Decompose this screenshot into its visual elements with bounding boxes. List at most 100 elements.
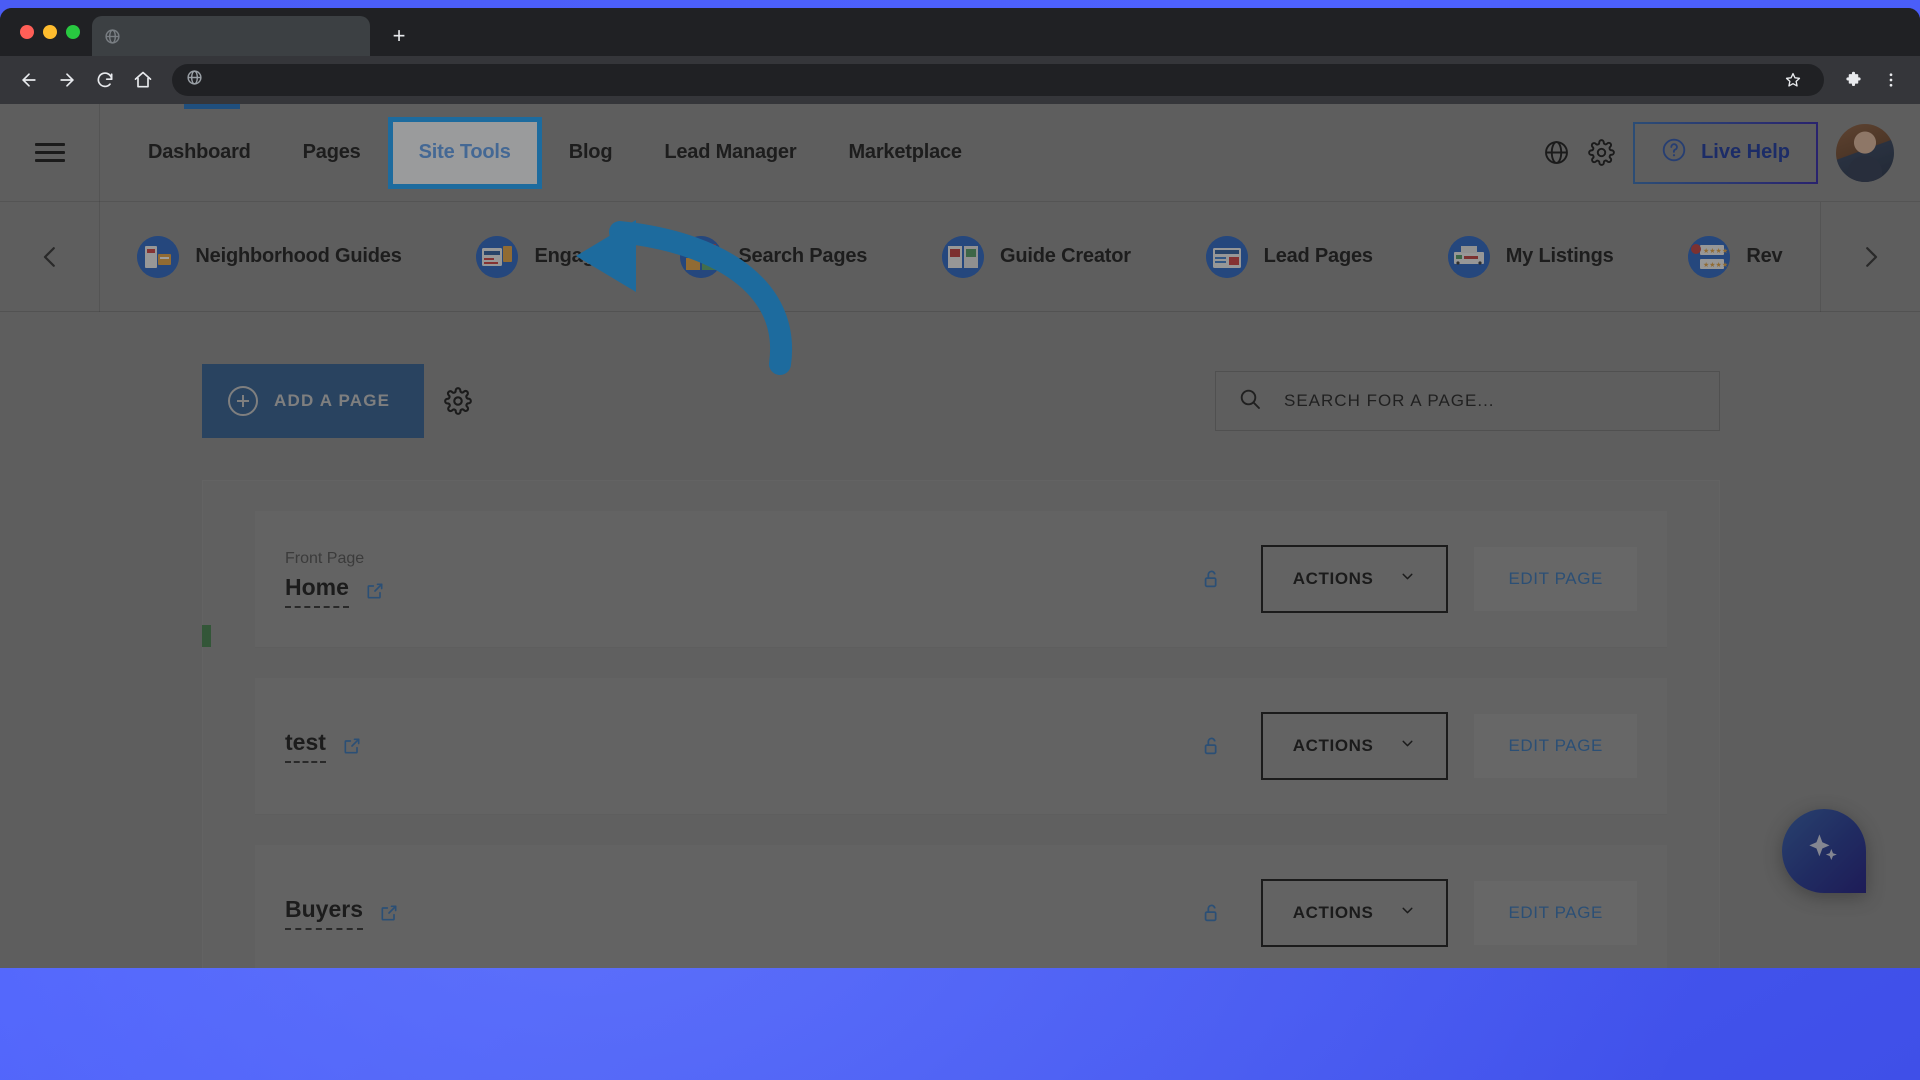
hamburger-icon[interactable] [0,104,100,202]
apps-list: Neighborhood Guides Engage Search Pages [100,202,1820,312]
guide-creator-icon [942,235,985,278]
app-item-my-listings[interactable]: My Listings [1447,235,1614,278]
ai-sparkle-icon [1802,827,1846,876]
reviews-icon: ★★★★ ★★★★ [1688,235,1731,278]
nav-label: Pages [302,141,361,163]
app-label: Search Pages [738,245,868,267]
home-icon[interactable] [126,63,160,97]
browser-toolbar [0,56,1920,104]
apps-carousel: Neighborhood Guides Engage Search Pages [0,201,1920,312]
web-page: Dashboard Pages Site Tools Blog Lead Man… [0,104,1920,968]
unlock-icon[interactable] [1201,568,1223,590]
table-row[interactable]: Buyers ACTIONS EDIT PAGE [255,845,1667,968]
unlock-icon[interactable] [1201,735,1223,757]
nav-label: Marketplace [848,141,962,163]
lead-pages-icon [1205,235,1248,278]
external-link-icon[interactable] [379,903,399,923]
minimize-window-button[interactable] [43,25,57,39]
app-label: Engage [534,245,606,267]
forward-arrow-icon[interactable] [50,63,84,97]
row-tag: Front Page [285,550,365,567]
puzzle-icon[interactable] [1836,63,1870,97]
search-input[interactable]: SEARCH FOR A PAGE... [1215,371,1720,431]
globe-icon[interactable] [1543,139,1570,166]
app-item-lead-pages[interactable]: Lead Pages [1205,235,1373,278]
edit-page-button[interactable]: EDIT PAGE [1474,547,1637,611]
pages-toolbar: ADD A PAGE SEARCH FOR A PAGE... [0,312,1920,438]
actions-dropdown-button[interactable]: ACTIONS [1260,545,1449,613]
app-item-engage[interactable]: Engage [476,235,606,278]
nav-label: Dashboard [148,141,251,163]
app-item-reviews[interactable]: ★★★★ ★★★★ Rev [1688,235,1783,278]
table-row[interactable]: Front Page Home ACTIONS EDIT PAGE [255,511,1667,648]
browser-tab[interactable] [92,16,370,56]
app-label: Neighborhood Guides [195,245,402,267]
main-navigation: Dashboard Pages Site Tools Blog Lead Man… [122,104,988,202]
external-link-icon[interactable] [365,581,385,601]
unlock-icon[interactable] [1201,902,1223,924]
question-circle-icon [1661,137,1687,169]
maximize-window-button[interactable] [66,25,80,39]
my-listings-icon [1447,235,1490,278]
nav-item-marketplace[interactable]: Marketplace [822,104,987,202]
app-label: Rev [1746,245,1783,267]
app-item-search-pages[interactable]: Search Pages [680,235,868,278]
star-icon[interactable] [1776,63,1810,97]
table-row[interactable]: test ACTIONS EDIT PAGE [255,678,1667,815]
app-label: Lead Pages [1263,245,1373,267]
add-a-page-label: ADD A PAGE [274,391,391,410]
avatar[interactable] [1836,123,1894,182]
window-controls [10,8,92,56]
live-help-button[interactable]: Live Help [1633,121,1818,184]
actions-dropdown-button[interactable]: ACTIONS [1260,879,1449,947]
nav-item-site-tools[interactable]: Site Tools [387,116,542,189]
row-title[interactable]: Buyers [285,896,363,930]
browser-window: + Dashboard Pages Site Tools Blog Lead M… [0,8,1920,968]
chevron-down-icon [1399,902,1416,924]
app-label: Guide Creator [1000,245,1131,267]
nav-item-dashboard[interactable]: Dashboard [122,104,277,202]
reload-icon[interactable] [88,63,122,97]
close-window-button[interactable] [20,25,34,39]
search-placeholder: SEARCH FOR A PAGE... [1284,391,1495,410]
actions-dropdown-button[interactable]: ACTIONS [1260,712,1449,780]
nav-label: Lead Manager [664,141,797,163]
nav-item-blog[interactable]: Blog [543,104,639,202]
search-icon [1238,387,1262,416]
app-header: Dashboard Pages Site Tools Blog Lead Man… [0,104,1920,202]
external-link-icon[interactable] [342,736,362,756]
app-item-guide-creator[interactable]: Guide Creator [942,235,1131,278]
nav-item-pages[interactable]: Pages [277,104,387,202]
gear-icon[interactable] [1588,139,1615,166]
actions-label: ACTIONS [1292,736,1374,755]
row-title[interactable]: Home [285,574,349,608]
three-dot-menu-icon[interactable] [1874,63,1908,97]
header-actions: Live Help [1543,121,1920,184]
new-tab-button[interactable]: + [382,19,416,53]
svg-text:★★★★: ★★★★ [1703,261,1728,269]
app-item-neighborhood-guides[interactable]: Neighborhood Guides [137,235,402,278]
nav-label: Blog [568,141,613,163]
add-a-page-button[interactable]: ADD A PAGE [202,364,425,438]
carousel-next-button[interactable] [1820,201,1920,312]
row-title[interactable]: test [285,729,326,763]
carousel-prev-button[interactable] [0,201,100,312]
nav-item-lead-manager[interactable]: Lead Manager [638,104,822,202]
chevron-down-icon [1399,735,1416,757]
status-marker [202,625,211,647]
pages-content: ADD A PAGE SEARCH FOR A PAGE... Front Pa… [0,312,1920,968]
live-help-label: Live Help [1701,141,1790,163]
plus-circle-icon [228,386,258,416]
edit-page-button[interactable]: EDIT PAGE [1474,714,1637,778]
app-label: My Listings [1505,245,1614,267]
edit-page-button[interactable]: EDIT PAGE [1474,881,1637,945]
nav-label: Site Tools [418,141,511,163]
browser-tab-strip: + [0,8,1920,56]
page-settings-gear-icon[interactable] [444,387,473,415]
back-arrow-icon[interactable] [12,63,46,97]
svg-text:★★★★: ★★★★ [1703,247,1728,255]
address-bar[interactable] [172,64,1824,96]
actions-label: ACTIONS [1292,903,1374,922]
ai-assistant-button[interactable] [1782,809,1866,893]
globe-icon [186,69,203,91]
